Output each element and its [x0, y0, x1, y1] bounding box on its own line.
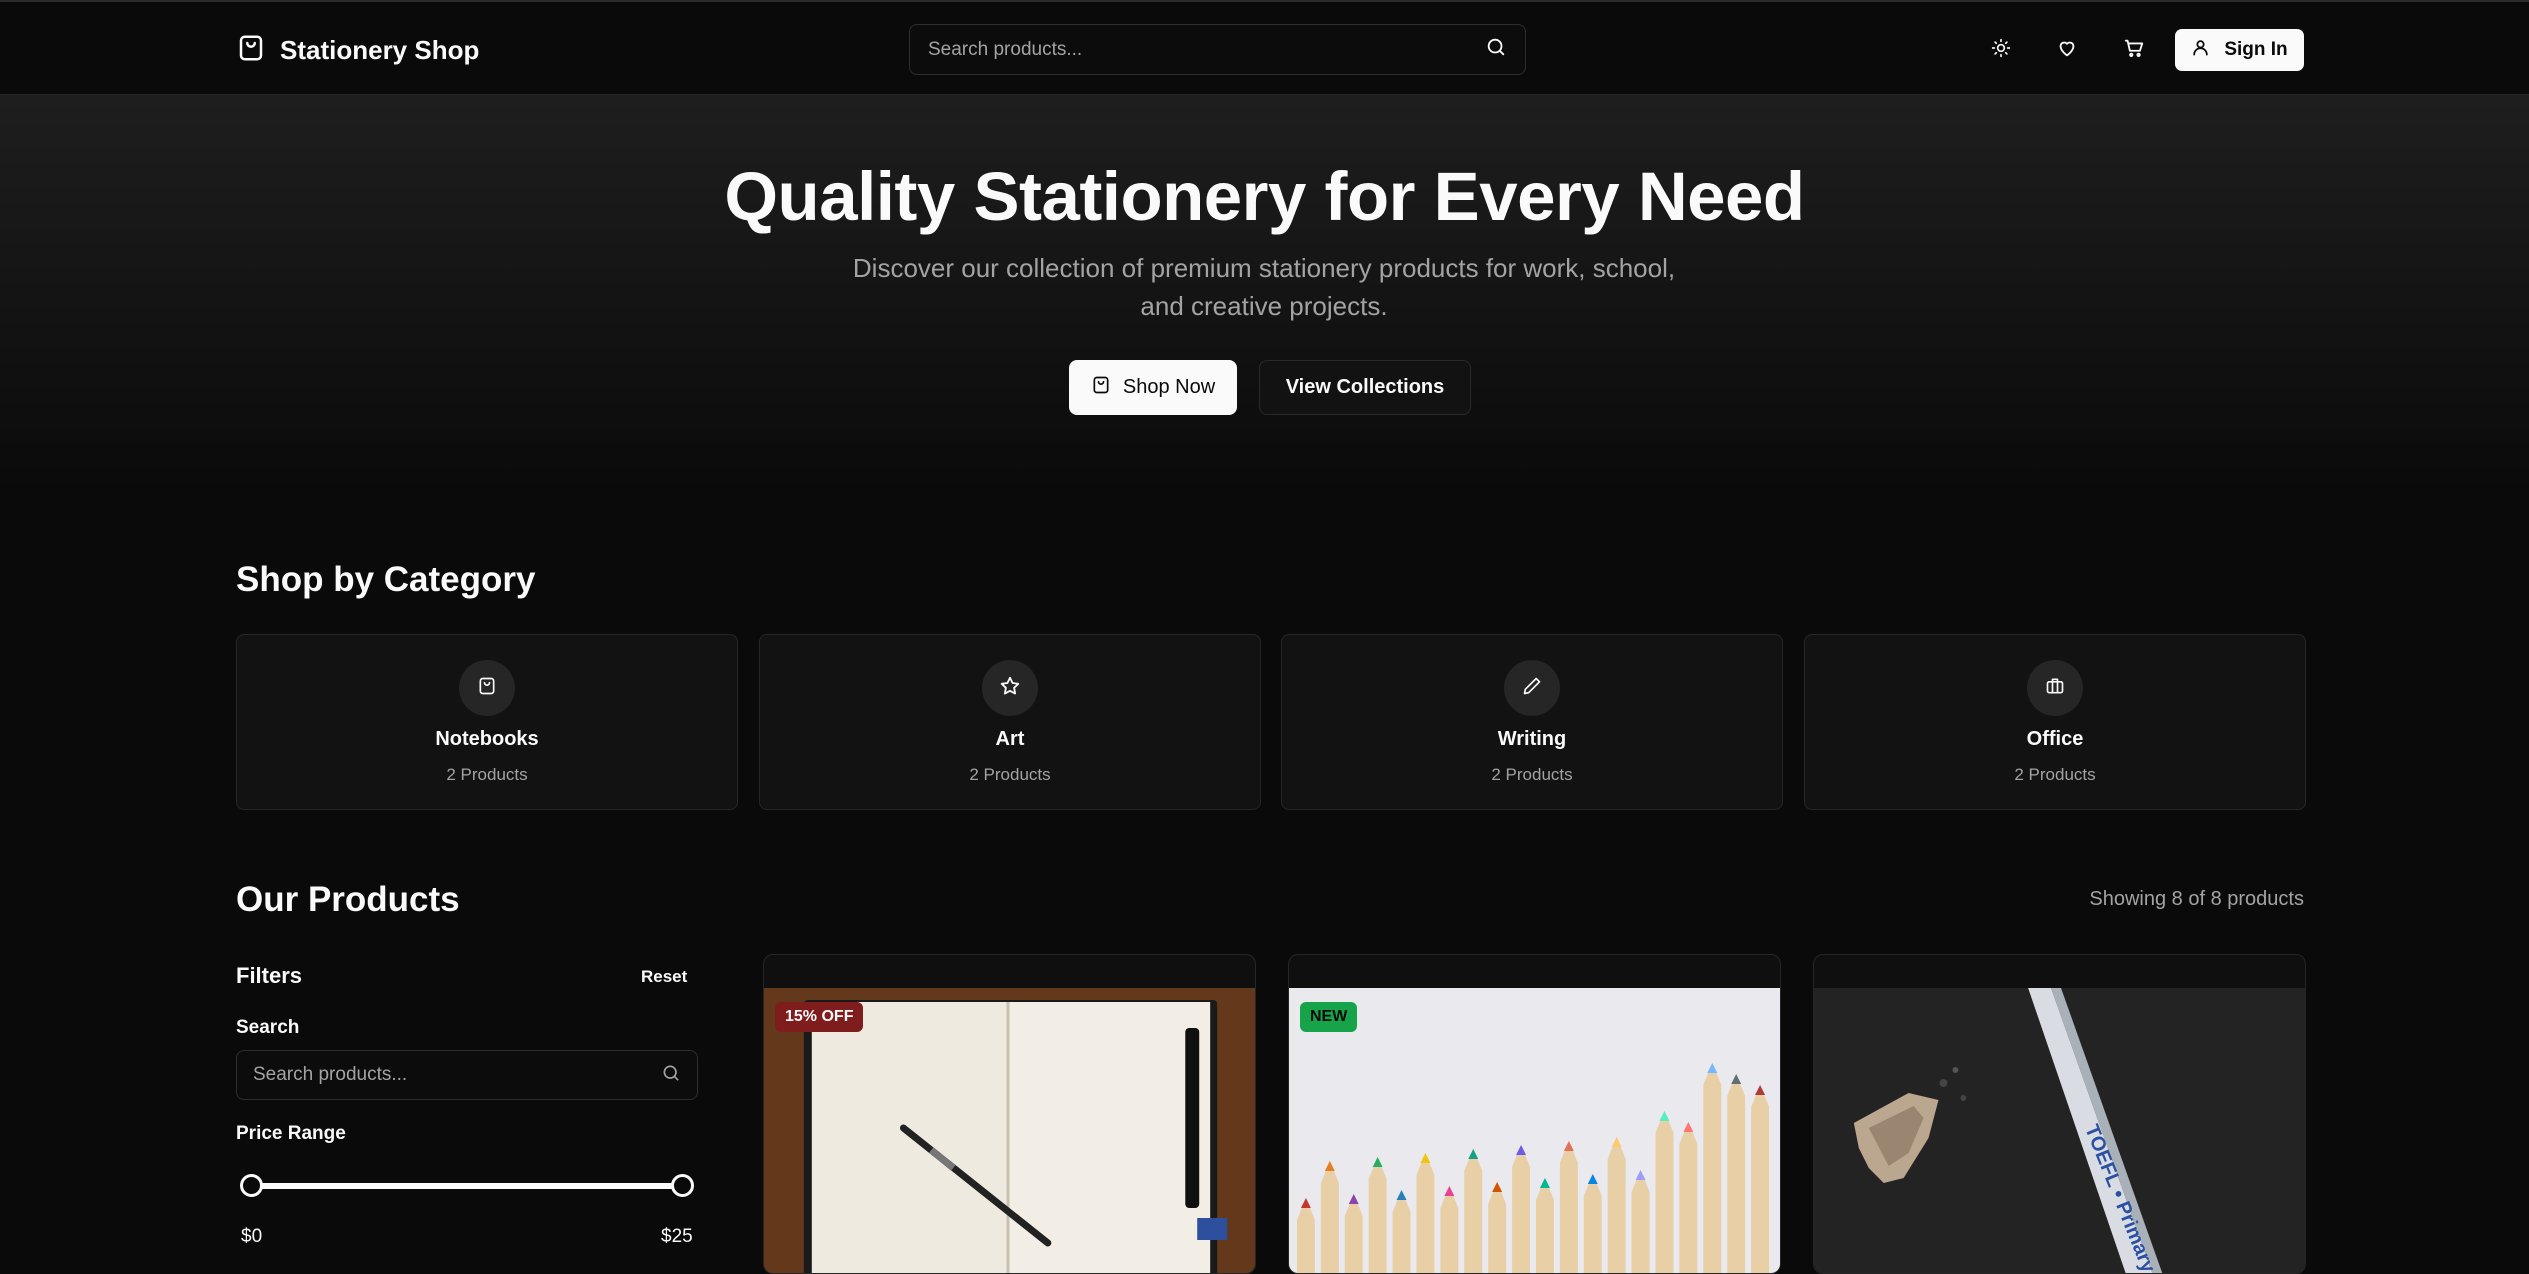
price-range-label: Price Range	[236, 1123, 346, 1144]
header-search-input[interactable]	[928, 38, 1485, 61]
category-icon-wrap	[1504, 660, 1560, 716]
category-card-office[interactable]: Office 2 Products	[1804, 634, 2306, 810]
hero-subtitle: Discover our collection of premium stati…	[852, 253, 1676, 321]
brand-link[interactable]: Stationery Shop	[236, 32, 479, 69]
categories-heading: Shop by Category	[236, 560, 536, 599]
header-search-box	[909, 24, 1526, 75]
hero-section: Quality Stationery for Every Need Discov…	[0, 95, 2529, 495]
sun-icon	[1991, 38, 2011, 63]
price-range-track	[252, 1183, 682, 1189]
category-count: 2 Products	[446, 765, 528, 784]
brand-name: Stationery Shop	[280, 35, 480, 65]
price-min-value: $0	[241, 1226, 263, 1247]
category-count: 2 Products	[2014, 765, 2096, 784]
category-icon-wrap	[982, 660, 1038, 716]
shopping-bag-icon	[1091, 375, 1111, 401]
filter-search-input[interactable]	[253, 1064, 661, 1086]
search-icon	[661, 1063, 681, 1088]
category-count: 2 Products	[1491, 765, 1573, 784]
product-image-pencil-shavings: TOEFL • Primary	[1814, 988, 2305, 1273]
product-card[interactable]: TOEFL • Primary	[1813, 954, 2306, 1274]
products-heading: Our Products	[236, 880, 460, 919]
category-name: Notebooks	[435, 728, 539, 750]
filter-search-label: Search	[236, 1017, 300, 1038]
briefcase-icon	[2045, 676, 2065, 701]
top-navbar: Stationery Shop Search products... Sign …	[0, 0, 2529, 95]
filters-heading: Filters	[236, 963, 303, 988]
cart-button[interactable]	[2114, 30, 2154, 70]
new-badge: NEW	[1300, 1002, 1358, 1032]
category-name: Art	[995, 728, 1025, 750]
shopping-bag-icon	[236, 32, 266, 69]
shopping-bag-icon	[477, 676, 497, 701]
product-image-colored-pencils	[1289, 988, 1780, 1273]
price-min-handle[interactable]	[240, 1174, 263, 1197]
shop-now-label: Shop Now	[1122, 376, 1216, 398]
category-card-art[interactable]: Art 2 Products	[759, 634, 1261, 810]
star-icon	[999, 675, 1021, 702]
sign-in-button[interactable]: Sign In	[2175, 29, 2304, 71]
discount-badge: 15% OFF	[775, 1002, 864, 1032]
product-card[interactable]: NEW	[1288, 954, 1781, 1274]
hero-title: Quality Stationery for Every Need	[724, 158, 1805, 235]
category-icon-wrap	[459, 660, 515, 716]
filter-search-box	[236, 1050, 698, 1100]
heart-icon	[2056, 37, 2078, 64]
price-max-value: $25	[661, 1226, 693, 1247]
pencil-icon	[1522, 676, 1542, 701]
category-name: Writing	[1497, 728, 1567, 750]
products-count-text: Showing 8 of 8 products	[2089, 888, 2304, 910]
sign-in-label: Sign In	[2224, 39, 2288, 60]
user-icon	[2191, 38, 2210, 63]
theme-toggle-button[interactable]	[1981, 30, 2021, 70]
search-icon[interactable]	[1485, 36, 1507, 63]
category-name: Office	[2026, 728, 2084, 750]
category-count: 2 Products	[969, 765, 1051, 784]
reset-filters-button[interactable]: Reset	[641, 967, 687, 987]
price-max-handle[interactable]	[671, 1174, 694, 1197]
product-card[interactable]: 15% OFF	[763, 954, 1256, 1274]
category-card-writing[interactable]: Writing 2 Products	[1281, 634, 1783, 810]
wishlist-button[interactable]	[2047, 30, 2087, 70]
shop-now-button[interactable]: Shop Now	[1069, 360, 1237, 415]
category-icon-wrap	[2027, 660, 2083, 716]
view-collections-button[interactable]: View Collections	[1259, 360, 1471, 415]
view-collections-label: View Collections	[1285, 376, 1445, 398]
category-card-notebooks[interactable]: Notebooks 2 Products	[236, 634, 738, 810]
cart-icon	[2123, 37, 2145, 64]
